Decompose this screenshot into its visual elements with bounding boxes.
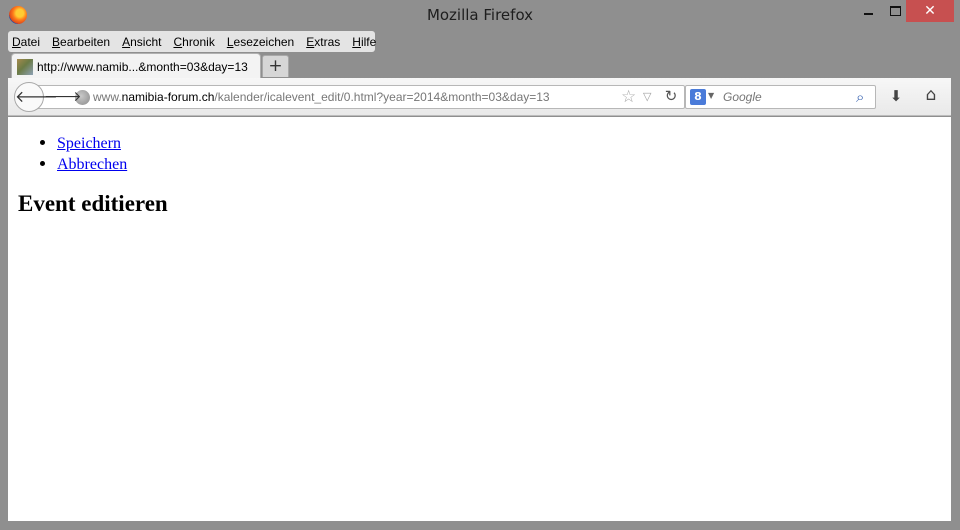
favicon-icon xyxy=(17,58,33,75)
menu-mnemonic: D xyxy=(12,34,21,49)
window-title: Mozilla Firefox xyxy=(426,6,534,24)
window-titlebar: Mozilla Firefox ✕ xyxy=(0,0,960,30)
search-placeholder[interactable]: Google xyxy=(723,90,762,104)
menu-hilfe[interactable]: Hilfe xyxy=(352,35,376,49)
menu-label: xtras xyxy=(314,34,341,49)
menu-bearbeiten[interactable]: Bearbeiten xyxy=(52,35,110,49)
menu-chronik[interactable]: Chronik xyxy=(173,35,214,49)
reload-icon[interactable]: ↻ xyxy=(659,87,683,105)
url-prefix: www. xyxy=(93,90,122,104)
engine-dropdown-icon[interactable]: ▼ xyxy=(708,91,714,100)
page-title: Event editieren xyxy=(18,191,168,216)
navigation-toolbar: 🡐 🡒 www.namibia-forum.ch/kalender/icalev… xyxy=(8,78,951,116)
list-item: Abbrechen xyxy=(57,154,127,175)
menu-label: ilfe xyxy=(360,34,377,49)
menu-mnemonic: C xyxy=(173,34,183,49)
menu-mnemonic: H xyxy=(352,34,361,49)
download-icon[interactable]: ⬇ xyxy=(886,87,906,107)
menubar: Datei Bearbeiten Ansicht Chronik Lesezei… xyxy=(8,31,376,52)
url-path: /kalender/icalevent_edit/0.html?year=201… xyxy=(214,90,550,104)
tab-title: http://www.namib...&month=03&day=13 xyxy=(37,59,248,74)
back-button[interactable]: 🡐 xyxy=(14,82,58,112)
minimize-button[interactable] xyxy=(853,0,883,22)
magnifier-icon[interactable]: ⌕ xyxy=(856,88,864,106)
menu-extras[interactable]: Extras xyxy=(306,35,340,49)
url-bar[interactable]: www.namibia-forum.ch/kalender/icalevent_… xyxy=(34,85,685,109)
menu-mnemonic: L xyxy=(226,34,234,49)
tab-strip: http://www.namib...&month=03&day=13 + xyxy=(0,52,960,79)
menu-label: atei xyxy=(20,34,41,49)
menu-ansicht[interactable]: Ansicht xyxy=(122,35,161,49)
home-icon[interactable]: ⌂ xyxy=(920,85,942,107)
google-engine-icon[interactable]: 8 xyxy=(690,89,706,105)
maximize-button[interactable] xyxy=(881,0,909,22)
search-bar[interactable]: 8 ▼ Google ⌕ xyxy=(685,85,876,109)
menu-datei[interactable]: Datei xyxy=(12,35,40,49)
menu-label: nsicht xyxy=(130,34,162,49)
menu-mnemonic: B xyxy=(52,34,61,49)
close-button[interactable]: ✕ xyxy=(906,0,954,22)
bookmark-star-icon[interactable]: ☆ xyxy=(621,87,636,107)
new-tab-button[interactable]: + xyxy=(262,55,289,77)
forward-button[interactable]: 🡒 xyxy=(44,86,82,108)
menu-label: esezeichen xyxy=(233,34,295,49)
url-text[interactable]: www.namibia-forum.ch/kalender/icalevent_… xyxy=(93,90,550,104)
tab-active[interactable]: http://www.namib...&month=03&day=13 xyxy=(11,53,261,79)
menu-label: hronik xyxy=(182,34,215,49)
cancel-link[interactable]: Abbrechen xyxy=(57,156,127,173)
save-link[interactable]: Speichern xyxy=(57,135,121,152)
page-content: Speichern Abbrechen Event editieren xyxy=(8,117,951,521)
list-item: Speichern xyxy=(57,133,127,154)
menu-lesezeichen[interactable]: Lesezeichen xyxy=(227,35,294,49)
action-list: Speichern Abbrechen xyxy=(38,133,127,175)
url-domain: namibia-forum.ch xyxy=(121,90,215,104)
menu-mnemonic: A xyxy=(122,34,131,49)
menu-label: earbeiten xyxy=(60,34,111,49)
history-dropdown-icon[interactable]: ▽ xyxy=(643,90,651,103)
